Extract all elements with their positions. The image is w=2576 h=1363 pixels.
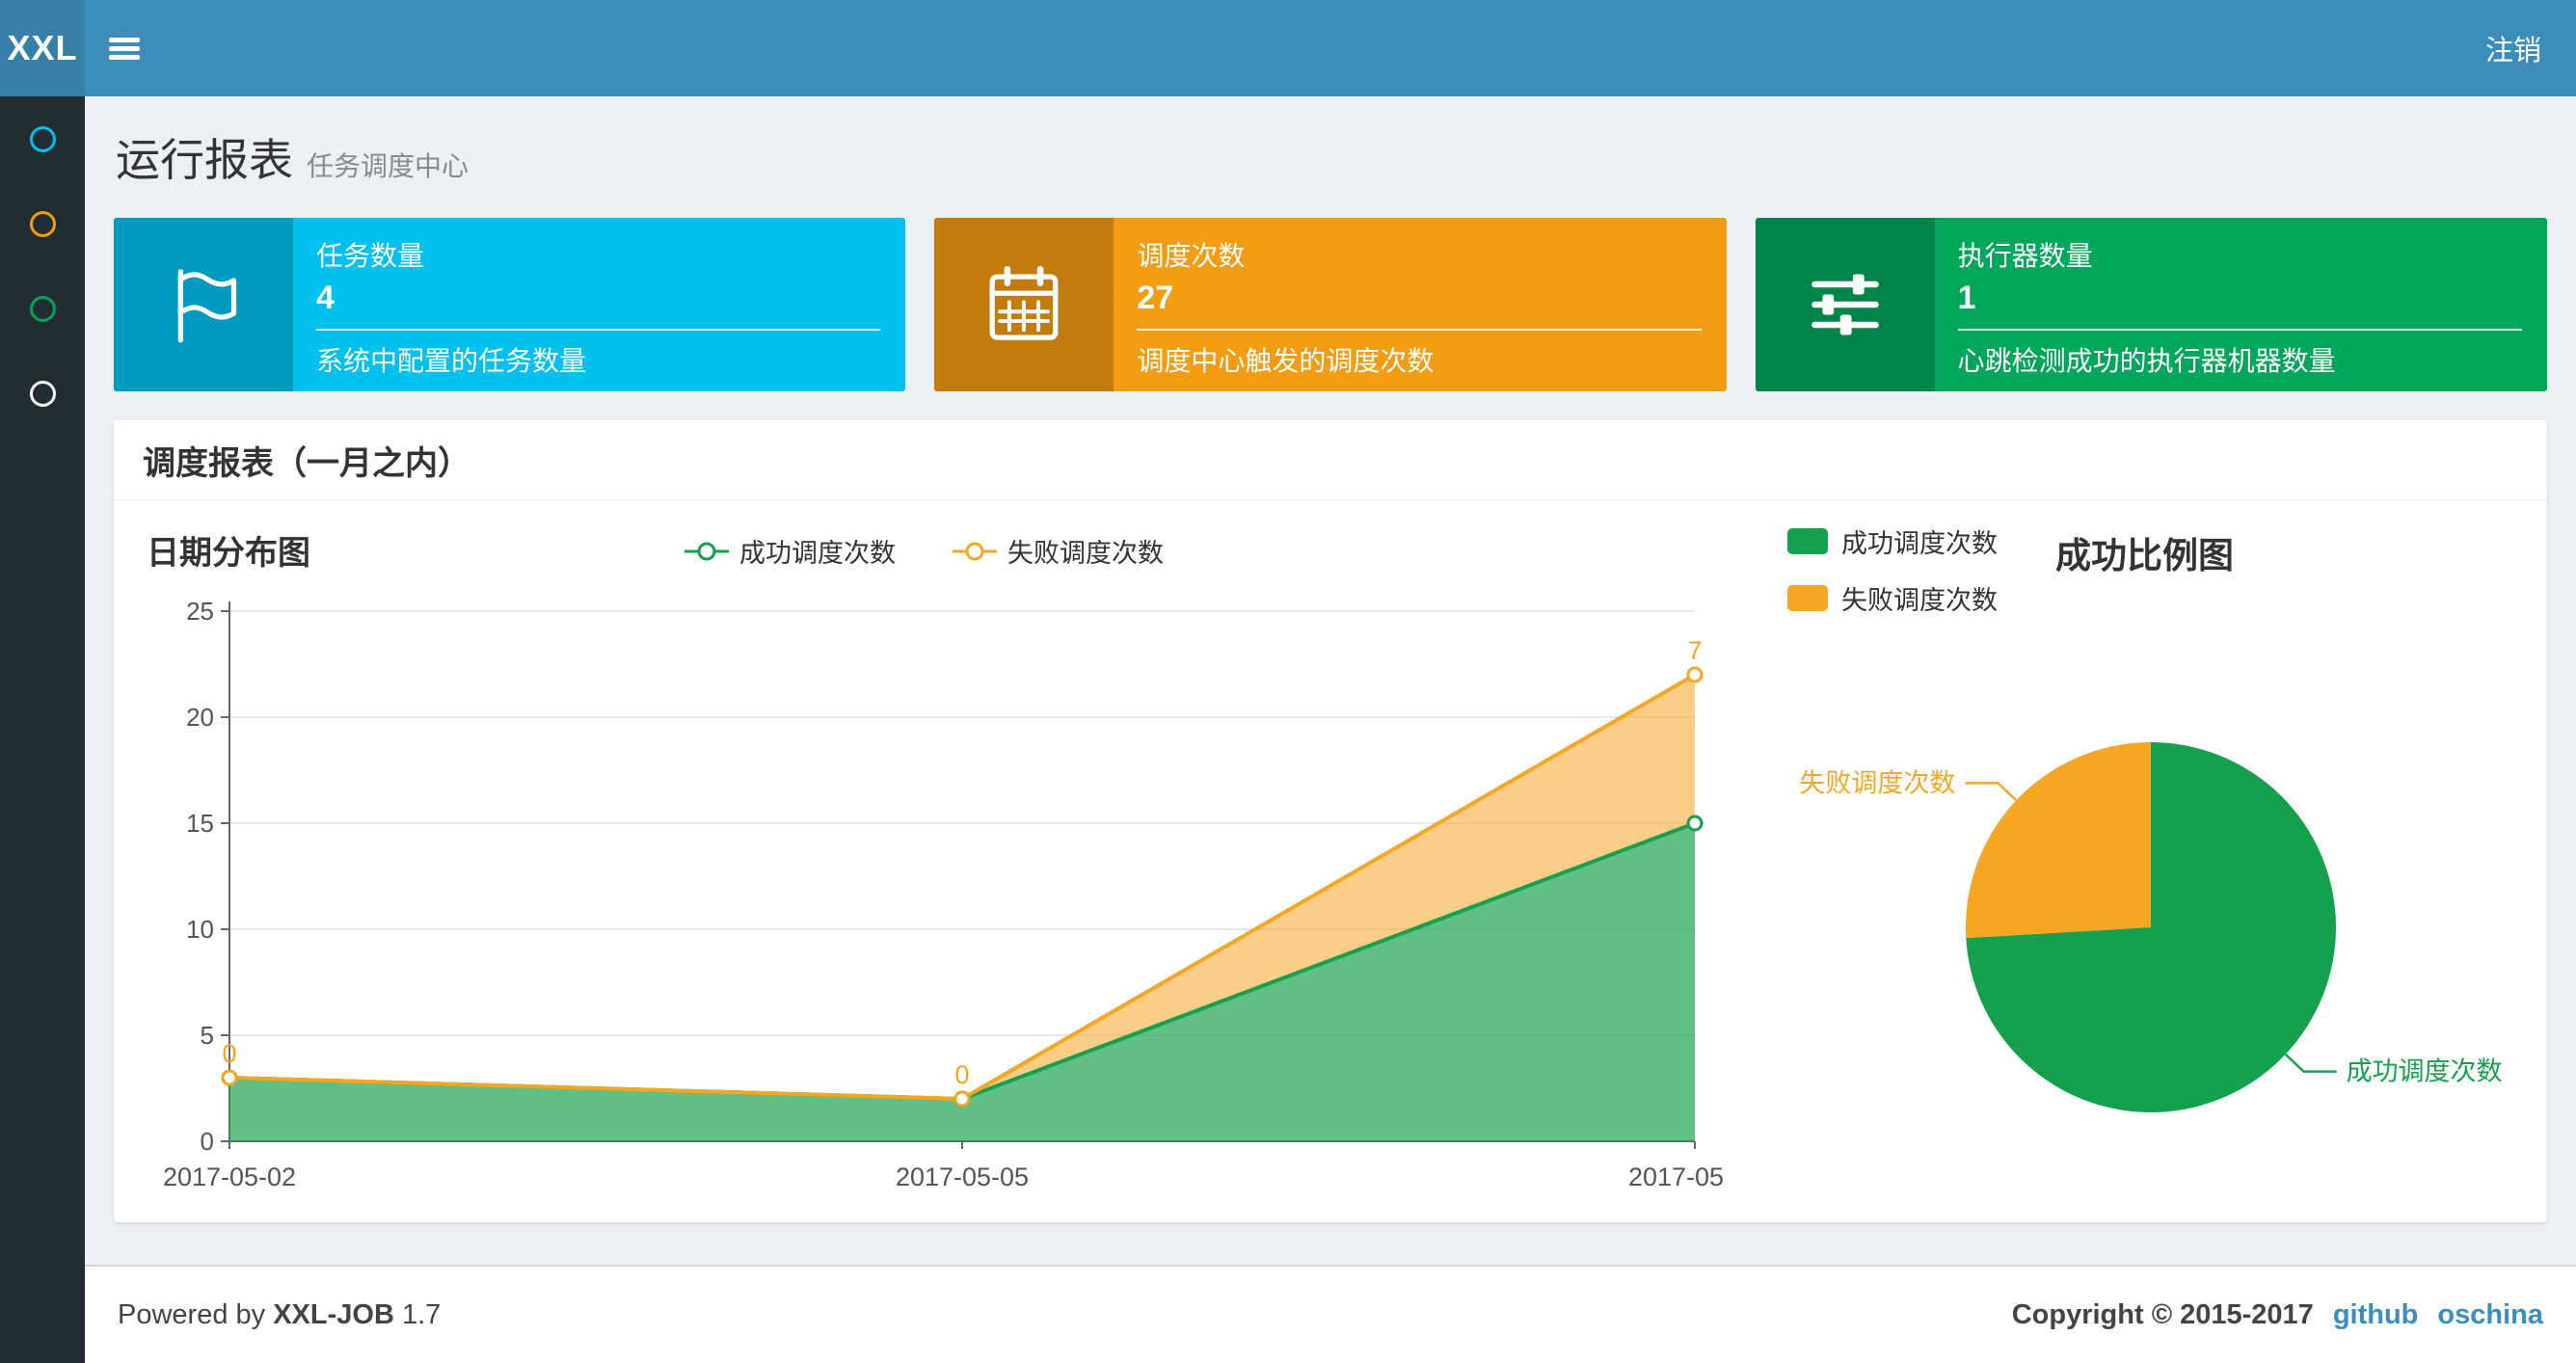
- svg-text:2017-05-05: 2017-05-05: [896, 1163, 1029, 1191]
- legend-item-success[interactable]: 成功调度次数: [684, 532, 896, 570]
- info-box-jobs: 任务数量 4 系统中配置的任务数量: [114, 218, 906, 391]
- svg-text:10: 10: [186, 915, 214, 944]
- sidebar-item-4[interactable]: [0, 351, 85, 436]
- info-box-divider: [1957, 329, 2522, 331]
- version-text: 1.7: [401, 1298, 442, 1330]
- pie-legend-item-success[interactable]: 成功调度次数: [1787, 522, 1998, 560]
- info-box-row: 任务数量 4 系统中配置的任务数量 调度次数 27 调度中心触发的调度次数 执行…: [114, 218, 2547, 391]
- line-chart-legend: 成功调度次数 失败调度次数: [114, 532, 1733, 570]
- circle-icon: [29, 295, 56, 322]
- info-box-value: 4: [316, 280, 335, 316]
- sidebar-item-2[interactable]: [0, 181, 85, 266]
- date-distribution-area-chart: 05101520252017-05-022017-05-052017-05-08…: [163, 597, 1724, 1191]
- circle-icon: [29, 210, 56, 237]
- info-box-divider: [316, 329, 881, 331]
- github-link[interactable]: github: [2333, 1299, 2419, 1331]
- info-box-label: 执行器数量: [1957, 241, 2093, 271]
- report-panel: 调度报表（一月之内） 日期分布图 成功调度次数 失败调度次数 0 5 10 15…: [114, 420, 2547, 1222]
- powered-by-text: Powered by XXL-JOB 1.7: [118, 1298, 442, 1330]
- content-header: 运行报表 任务调度中心: [85, 96, 2576, 189]
- info-box-description: 心跳检测成功的执行器机器数量: [1957, 346, 2336, 376]
- footer: Powered by XXL-JOB 1.7 Copyright © 2015-…: [85, 1265, 2576, 1363]
- info-box-body: 执行器数量 1 心跳检测成功的执行器机器数量: [1935, 218, 2547, 391]
- success-swatch-icon: [1787, 528, 1828, 554]
- app-logo[interactable]: XXL: [0, 0, 85, 96]
- info-box-body: 调度次数 27 调度中心触发的调度次数: [1114, 218, 1726, 391]
- sidebar-item-1[interactable]: [0, 96, 85, 181]
- svg-text:7: 7: [1687, 636, 1702, 665]
- flag-icon: [114, 218, 293, 391]
- info-box-triggers: 调度次数 27 调度中心触发的调度次数: [934, 218, 1727, 391]
- svg-text:2017-05-08: 2017-05-08: [1628, 1163, 1724, 1191]
- info-box-value: 1: [1957, 280, 1976, 316]
- footer-right: Copyright © 2015-2017 github oschina: [2012, 1299, 2543, 1331]
- svg-text:成功调度次数: 成功调度次数: [2347, 1057, 2503, 1086]
- sidebar-item-3[interactable]: [0, 266, 85, 351]
- svg-text:25: 25: [186, 597, 214, 626]
- hamburger-icon: [109, 38, 140, 60]
- legend-label: 成功调度次数: [739, 539, 896, 568]
- svg-text:2017-05-02: 2017-05-02: [163, 1163, 296, 1191]
- svg-text:15: 15: [186, 809, 214, 838]
- copyright-text: Copyright © 2015-2017: [2011, 1298, 2314, 1330]
- page-title: 运行报表: [116, 135, 293, 185]
- calendar-icon: [934, 218, 1114, 391]
- sidebar-toggle-button[interactable]: [85, 0, 164, 96]
- legend-label: 成功调度次数: [1841, 529, 1998, 558]
- info-box-body: 任务数量 4 系统中配置的任务数量: [293, 218, 905, 391]
- circle-icon: [29, 380, 56, 407]
- legend-item-fail[interactable]: 失败调度次数: [952, 532, 1164, 570]
- main-content: 运行报表 任务调度中心 任务数量 4 系统中配置的任务数量 调度次数 27 调度…: [85, 96, 2576, 1363]
- line-legend-marker-icon: [684, 542, 729, 560]
- legend-label: 失败调度次数: [1007, 539, 1164, 568]
- line-legend-marker-icon: [953, 542, 997, 560]
- svg-text:20: 20: [186, 703, 214, 732]
- svg-text:0: 0: [201, 1127, 214, 1156]
- top-navbar: XXL 注销: [0, 0, 2576, 96]
- info-box-executors: 执行器数量 1 心跳检测成功的执行器机器数量: [1755, 218, 2547, 391]
- sidebar: [0, 96, 85, 1363]
- product-name: XXL-JOB: [273, 1298, 394, 1330]
- success-ratio-pie-chart: 成功调度次数 失败调度次数: [1799, 742, 2503, 1112]
- info-box-label: 任务数量: [316, 241, 425, 271]
- page-subtitle: 任务调度中心: [307, 151, 470, 181]
- info-box-value: 27: [1137, 280, 1174, 316]
- logout-button[interactable]: 注销: [2451, 0, 2576, 96]
- panel-body: 日期分布图 成功调度次数 失败调度次数 0 5 10 15 20 25 2017…: [114, 501, 2547, 1222]
- sliders-icon: [1755, 218, 1935, 391]
- svg-text:5: 5: [201, 1021, 214, 1050]
- info-box-divider: [1137, 329, 1702, 331]
- panel-header: 调度报表（一月之内）: [114, 420, 2547, 501]
- circle-icon: [29, 125, 56, 152]
- info-box-description: 系统中配置的任务数量: [316, 346, 587, 376]
- svg-text:0: 0: [954, 1060, 969, 1089]
- svg-text:失败调度次数: 失败调度次数: [1799, 768, 1955, 797]
- svg-text:0: 0: [222, 1039, 236, 1068]
- panel-title: 调度报表（一月之内）: [143, 444, 470, 482]
- info-box-label: 调度次数: [1137, 241, 1246, 271]
- oschina-link[interactable]: oschina: [2437, 1299, 2543, 1331]
- info-box-description: 调度中心触发的调度次数: [1137, 346, 1435, 376]
